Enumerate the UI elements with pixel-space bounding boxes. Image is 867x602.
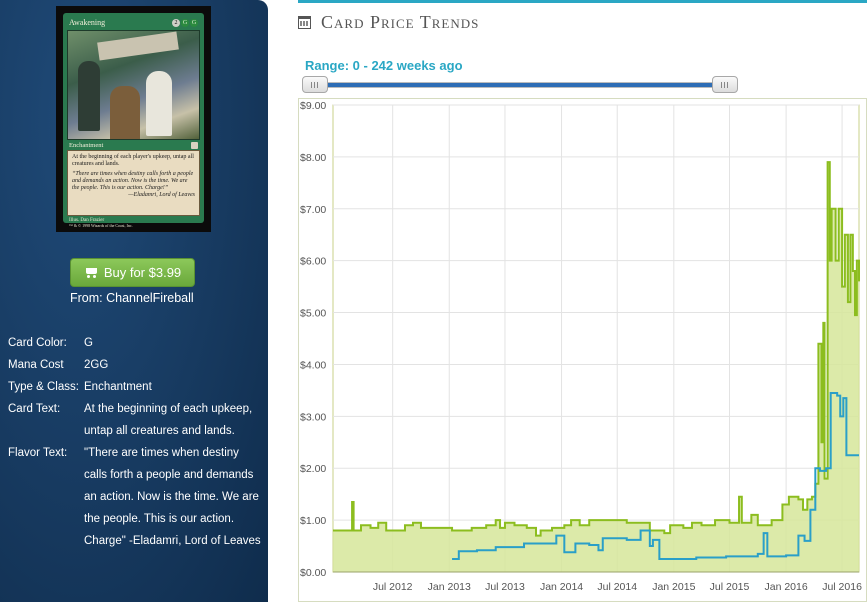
art-figure xyxy=(146,71,172,136)
card-image[interactable]: Awakening 2 G G Enchantment At the begin… xyxy=(56,6,211,232)
card-type-line: Enchantment xyxy=(67,140,200,150)
range-label: Range: 0 - 242 weeks ago xyxy=(305,58,463,73)
y-tick-label: $7.00 xyxy=(300,204,326,216)
page-title: Card Price Trends xyxy=(321,11,480,32)
card-name: Awakening xyxy=(69,18,106,27)
detail-row-type: Type & Class: Enchantment xyxy=(8,376,263,398)
range-slider-start-handle[interactable] xyxy=(302,76,328,93)
card-flavor-text: “There are times when destiny calls fort… xyxy=(72,171,194,191)
y-tick-label: $4.00 xyxy=(300,359,326,371)
x-tick-label: Jan 2013 xyxy=(428,581,471,593)
y-tick-label: $3.00 xyxy=(300,411,326,423)
mana-green-icon: G xyxy=(190,18,198,27)
x-tick-label: Jan 2014 xyxy=(540,581,583,593)
grip-icon xyxy=(721,81,729,88)
card-details: Card Color: G Mana Cost 2GG Type & Class… xyxy=(8,332,263,552)
detail-label: Flavor Text: xyxy=(8,447,68,459)
calendar-icon xyxy=(298,15,311,29)
y-tick-label: $6.00 xyxy=(300,256,326,268)
card-textbox: At the beginning of each player's upkeep… xyxy=(67,150,200,216)
price-chart: $0.00 $1.00 $2.00 $3.00 $4.00 $5.00 $6.00 $7.00… xyxy=(298,98,867,602)
x-tick-label: Jul 2014 xyxy=(597,581,637,593)
x-tick-label: Jan 2016 xyxy=(764,581,807,593)
accent-rule xyxy=(298,0,867,3)
y-tick-label: $5.00 xyxy=(300,308,326,320)
y-tick-label: $8.00 xyxy=(300,152,326,164)
detail-label: Card Color: xyxy=(8,337,67,349)
x-tick-label: Jul 2013 xyxy=(485,581,525,593)
card-artwork xyxy=(67,30,200,140)
detail-row-flavor-text: Flavor Text: "There are times when desti… xyxy=(8,442,263,552)
detail-row-card-text: Card Text: At the beginning of each upke… xyxy=(8,398,263,442)
x-tick-label: Jul 2015 xyxy=(710,581,750,593)
y-tick-label: $0.00 xyxy=(300,567,326,579)
detail-value: "There are times when destiny calls fort… xyxy=(84,447,261,547)
x-tick-label: Jan 2015 xyxy=(652,581,695,593)
art-figure xyxy=(78,61,100,131)
buy-button[interactable]: Buy for $3.99 xyxy=(70,258,195,287)
set-symbol-icon xyxy=(191,142,198,149)
range-slider-fill xyxy=(303,83,726,87)
card-title-bar: Awakening 2 G G xyxy=(67,16,200,29)
buy-button-label: Buy for $3.99 xyxy=(103,265,182,280)
card-rules-text: At the beginning of each player's upkeep… xyxy=(72,154,194,167)
detail-row-mana-cost: Mana Cost 2GG xyxy=(8,354,263,376)
card-type-text: Enchantment xyxy=(69,142,104,149)
shopping-cart-icon xyxy=(84,267,98,278)
detail-row-color: Card Color: G xyxy=(8,332,263,354)
price-trends-panel: Card Price Trends Range: 0 - 242 weeks a… xyxy=(290,0,867,602)
card-illustrator: Illus. Dan Frazier xyxy=(69,218,105,223)
plot-area xyxy=(332,104,860,573)
grip-icon xyxy=(311,81,319,88)
card-sidebar: Awakening 2 G G Enchantment At the begin… xyxy=(0,0,268,602)
x-tick-label: Jul 2012 xyxy=(373,581,413,593)
detail-value: 2GG xyxy=(84,359,109,371)
seller-name: From: ChannelFireball xyxy=(70,291,194,305)
mana-generic-icon: 2 xyxy=(172,18,180,27)
detail-label: Card Text: xyxy=(8,403,61,415)
section-header: Card Price Trends xyxy=(298,9,479,35)
mana-cost-symbols: 2 G G xyxy=(172,18,198,27)
detail-value: Enchantment xyxy=(84,381,152,393)
detail-label: Mana Cost xyxy=(8,359,64,371)
card-copyright: ™ & © 1998 Wizards of the Coast, Inc. xyxy=(69,223,133,228)
range-slider-track[interactable] xyxy=(302,82,738,88)
y-tick-label: $2.00 xyxy=(300,463,326,475)
card-face: Awakening 2 G G Enchantment At the begin… xyxy=(63,13,204,228)
art-banner xyxy=(97,31,179,61)
detail-label: Type & Class: xyxy=(8,381,79,393)
mana-green-icon: G xyxy=(181,18,189,27)
art-figure xyxy=(110,86,140,139)
x-tick-label: Jul 2016 xyxy=(822,581,862,593)
price-chart-svg: $0.00 $1.00 $2.00 $3.00 $4.00 $5.00 $6.00 $7.00… xyxy=(298,98,867,602)
y-tick-label: $1.00 xyxy=(300,515,326,527)
card-flavor-signature: —Eladamri, Lord of Leaves xyxy=(128,192,195,198)
detail-value: At the beginning of each upkeep, untap a… xyxy=(84,403,253,437)
y-tick-label: $9.00 xyxy=(300,100,326,112)
detail-value: G xyxy=(84,337,93,349)
range-slider-end-handle[interactable] xyxy=(712,76,738,93)
